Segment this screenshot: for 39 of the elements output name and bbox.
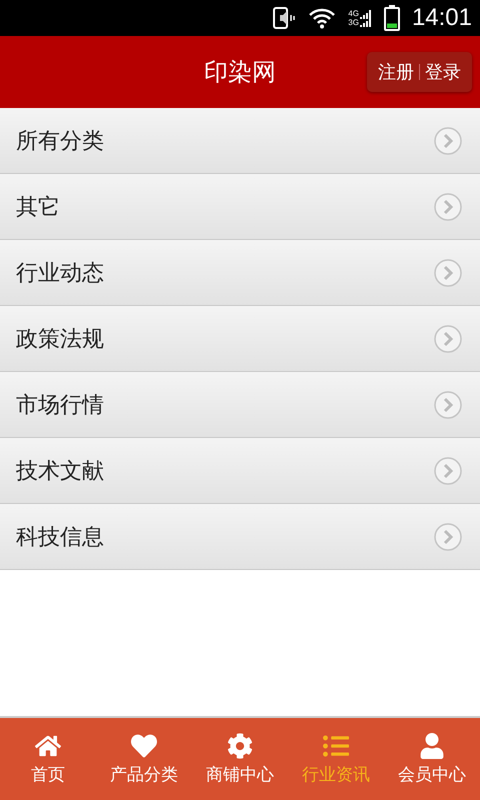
- tab[interactable]: 会员中心: [384, 718, 480, 800]
- chevron-right-icon: [434, 258, 462, 286]
- category-label: 所有分类: [16, 128, 104, 156]
- tab[interactable]: 产品分类: [96, 718, 192, 800]
- chevron-right-icon: [434, 324, 462, 352]
- user-icon: [419, 732, 445, 758]
- chevron-right-icon: [434, 126, 462, 154]
- chevron-right-icon: [434, 456, 462, 484]
- clock-time: 14:01: [412, 4, 472, 32]
- heart-icon: [131, 732, 157, 758]
- settings-icon: [227, 732, 253, 758]
- category-label: 技术文献: [16, 458, 104, 486]
- chevron-right-icon: [434, 390, 462, 418]
- network-label: 3G: [348, 18, 359, 27]
- signal-icon: [360, 9, 372, 27]
- chevron-right-icon: [434, 522, 462, 550]
- category-row[interactable]: 市场行情: [0, 372, 480, 438]
- app-title: 印染网: [204, 57, 276, 88]
- chevron-right-icon: [434, 192, 462, 220]
- category-label: 其它: [16, 194, 60, 222]
- tab[interactable]: 商铺中心: [192, 718, 288, 800]
- category-label: 市场行情: [16, 392, 104, 420]
- wifi-icon: [308, 7, 336, 29]
- category-row[interactable]: 其它: [0, 174, 480, 240]
- account-link[interactable]: 注册: [373, 60, 419, 84]
- category-row[interactable]: 所有分类: [0, 108, 480, 174]
- list-icon: [323, 732, 349, 758]
- category-row[interactable]: 行业动态: [0, 240, 480, 306]
- vibrate-phone-icon: [272, 7, 296, 29]
- account-link[interactable]: 登录: [420, 60, 466, 84]
- category-label: 科技信息: [16, 524, 104, 552]
- battery-icon: [384, 5, 400, 31]
- category-label: 政策法规: [16, 326, 104, 354]
- tab[interactable]: 首页: [0, 718, 96, 800]
- network-label: 4G: [348, 9, 359, 18]
- category-row[interactable]: 科技信息: [0, 504, 480, 570]
- category-label: 行业动态: [16, 260, 104, 288]
- category-row[interactable]: 政策法规: [0, 306, 480, 372]
- category-row[interactable]: 技术文献: [0, 438, 480, 504]
